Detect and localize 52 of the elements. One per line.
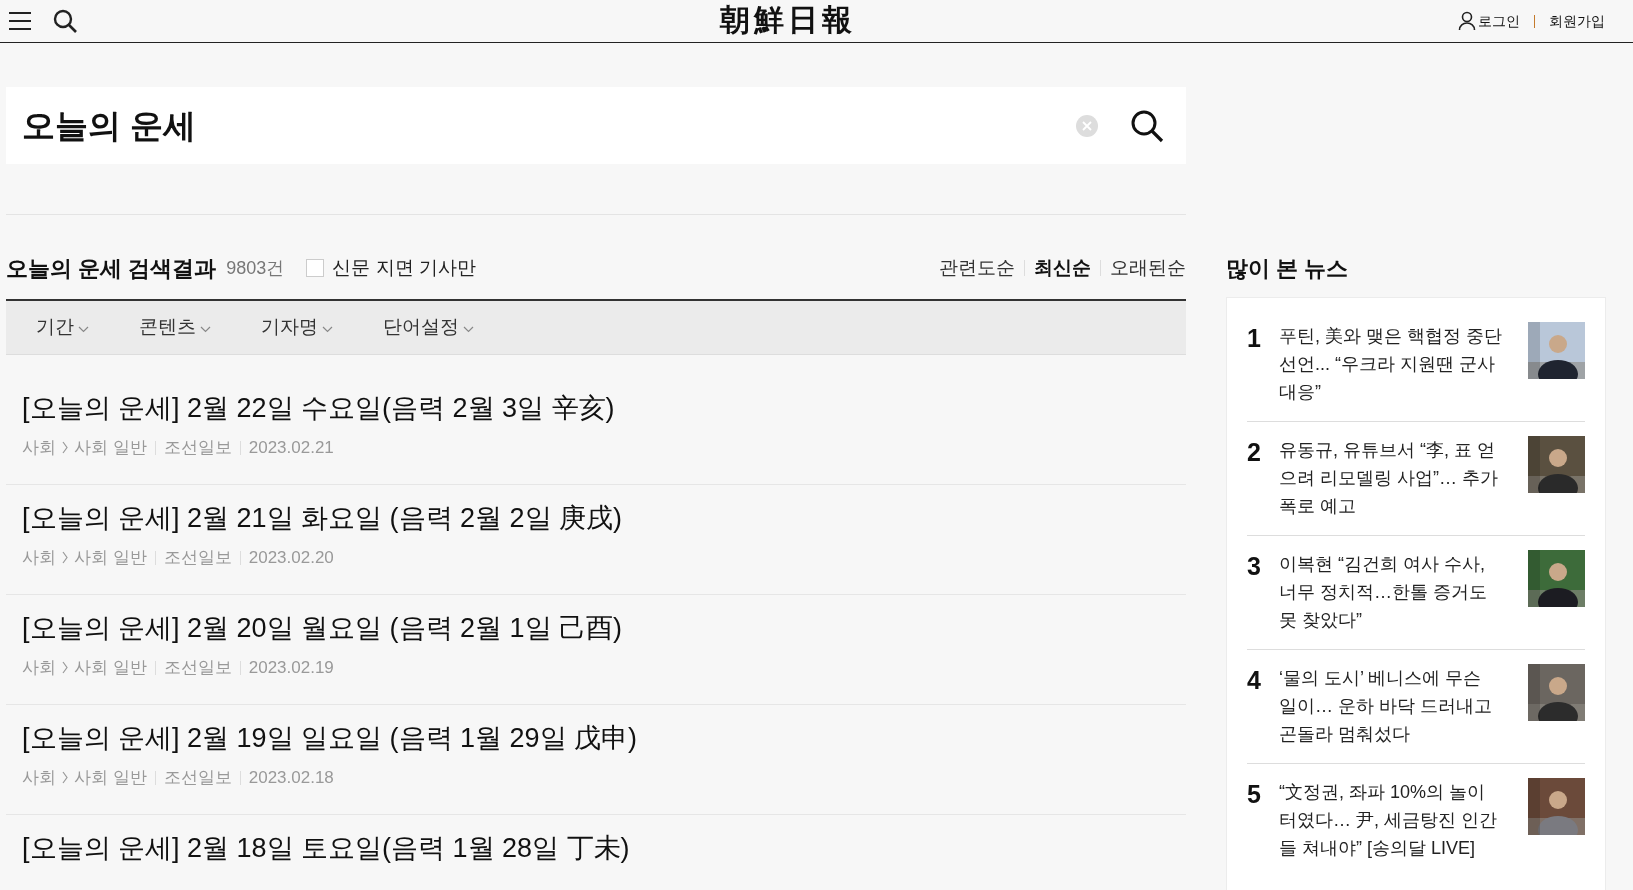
chevron-down-icon	[463, 326, 474, 333]
filter-dropdown[interactable]: 콘텐츠	[139, 313, 211, 342]
search-icon[interactable]	[52, 8, 78, 34]
results-heading: 오늘의 운세 검색결과	[6, 254, 217, 283]
result-count: 9803건	[226, 256, 285, 280]
article-date: 2023.02.18	[248, 767, 334, 789]
news-headline[interactable]: 유동규, 유튜브서 “李, 표 얻으려 리모델링 사업”… 추가 폭로 예고	[1279, 436, 1528, 521]
filter-dropdown[interactable]: 기간	[36, 313, 89, 342]
checkbox-label[interactable]: 신문 지면 기사만	[332, 253, 476, 283]
rank-number: 3	[1247, 551, 1262, 582]
chevron-down-icon	[322, 326, 333, 333]
search-icon[interactable]	[1130, 108, 1164, 143]
article-source: 조선일보	[163, 547, 232, 569]
sidebar-heading: 많이 본 뉴스	[1226, 255, 1350, 283]
chevron-down-icon	[78, 326, 89, 333]
sort-option[interactable]: 오래된순	[1110, 253, 1186, 283]
rank-number: 4	[1247, 665, 1262, 696]
article-title[interactable]: [오늘의 운세] 2월 21일 화요일 (음력 2월 2일 庚戌)	[22, 499, 1186, 537]
news-headline[interactable]: “文정권, 좌파 10%의 놀이터였다… 尹, 세금탕진 인간들 쳐내야” [송의달 LIVE]	[1279, 778, 1528, 862]
sort-option[interactable]: 최신순	[1034, 253, 1091, 283]
article-source: 조선일보	[163, 657, 232, 679]
article-source: 조선일보	[163, 767, 232, 789]
menu-icon[interactable]	[8, 11, 32, 31]
search-bar[interactable]: 오늘의 운세	[6, 87, 1186, 164]
login-link[interactable]: 로그인	[1478, 10, 1520, 32]
article-date: 2023.02.20	[248, 547, 334, 569]
filter-dropdown[interactable]: 기자명	[261, 313, 333, 342]
chevron-down-icon	[200, 326, 211, 333]
rank-number: 1	[1247, 323, 1262, 354]
chevron-right-icon	[62, 441, 68, 455]
signup-link[interactable]: 회원가입	[1549, 10, 1605, 32]
article-title[interactable]: [오늘의 운세] 2월 19일 일요일 (음력 1월 29일 戊申)	[22, 719, 1186, 757]
news-headline[interactable]: ‘물의 도시’ 베니스에 무슨 일이… 운하 바닥 드러내고 곤돌라 멈춰섰다	[1279, 664, 1528, 749]
article-title[interactable]: [오늘의 운세] 2월 20일 월요일 (음력 2월 1일 己酉)	[22, 609, 1186, 647]
chevron-right-icon	[62, 661, 68, 675]
person-icon[interactable]	[1458, 11, 1476, 31]
rank-number: 5	[1247, 779, 1262, 810]
article-title[interactable]: [오늘의 운세] 2월 18일 토요일(음력 1월 28일 丁未)	[22, 829, 1186, 867]
news-headline[interactable]: 이복현 “김건희 여사 수사, 너무 정치적…한톨 증거도 못 찾았다”	[1279, 550, 1528, 635]
sort-option[interactable]: 관련도순	[939, 253, 1015, 283]
rank-number: 2	[1247, 437, 1262, 468]
article-date: 2023.02.19	[248, 657, 334, 679]
logo[interactable]: 朝鮮日報	[720, 1, 856, 39]
chevron-right-icon	[62, 771, 68, 785]
article-title[interactable]: [오늘의 운세] 2월 22일 수요일(음력 2월 3일 辛亥)	[22, 389, 1186, 427]
news-headline[interactable]: 푸틴, 美와 맺은 핵협정 중단 선언... “우크라 지원땐 군사대응”	[1279, 322, 1528, 407]
article-source: 조선일보	[163, 437, 232, 459]
checkbox[interactable]	[306, 259, 325, 277]
search-input[interactable]: 오늘의 운세	[22, 100, 1076, 151]
filter-dropdown[interactable]: 단어설정	[383, 313, 474, 342]
article-date: 2023.02.21	[248, 437, 334, 459]
chevron-right-icon	[62, 551, 68, 565]
